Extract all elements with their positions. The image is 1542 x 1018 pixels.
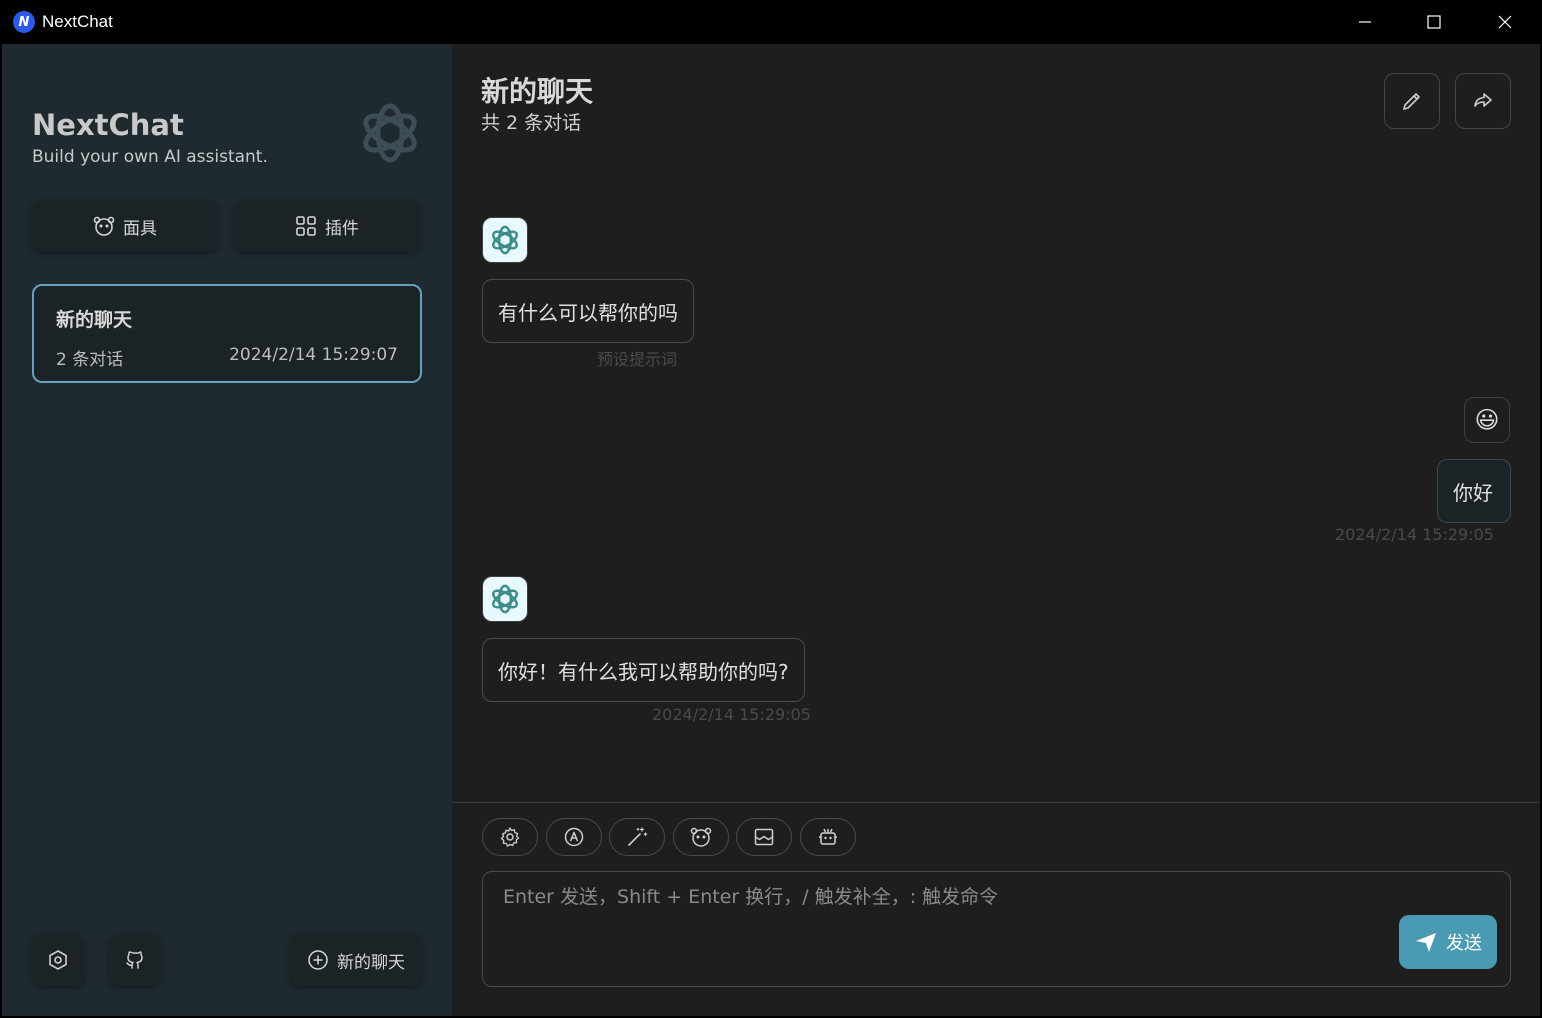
maximize-button[interactable] bbox=[1411, 0, 1457, 44]
openai-logo-icon bbox=[492, 225, 518, 255]
send-button[interactable]: 发送 bbox=[1399, 915, 1497, 969]
magic-wand-icon bbox=[628, 827, 648, 846]
chat-session-item[interactable]: 新的聊天 2 条对话 2024/2/14 15:29:07 bbox=[32, 284, 422, 383]
openai-logo-icon bbox=[363, 103, 417, 163]
grid-icon bbox=[296, 216, 316, 236]
bot-message: 你好！有什么我可以帮助你的吗? bbox=[482, 638, 805, 702]
minimize-button[interactable] bbox=[1342, 0, 1388, 44]
brand-subtitle: Build your own AI assistant. bbox=[32, 147, 268, 167]
share-button[interactable] bbox=[1455, 73, 1511, 129]
app-logo-icon: N bbox=[13, 11, 35, 33]
settings-icon bbox=[49, 950, 67, 970]
clear-context-button[interactable] bbox=[736, 818, 792, 856]
chat-input-box: 发送 bbox=[482, 871, 1511, 987]
plugin-button[interactable]: 插件 bbox=[234, 200, 420, 252]
plugin-button-label: 插件 bbox=[325, 218, 359, 239]
mask-icon bbox=[690, 827, 712, 847]
close-icon bbox=[1498, 15, 1512, 29]
openai-logo-icon bbox=[492, 584, 518, 614]
chat-panel: 新的聊天 共 2 条对话 有什么可以帮你的吗 预设提示词 😃 你好 2024/2… bbox=[452, 44, 1540, 1016]
bot-avatar bbox=[482, 576, 528, 622]
share-icon bbox=[1474, 93, 1492, 107]
github-button[interactable] bbox=[109, 934, 161, 986]
bot-avatar bbox=[482, 217, 528, 263]
auto-theme-icon bbox=[564, 827, 584, 847]
brand-title: NextChat bbox=[32, 108, 184, 142]
session-count: 2 条对话 bbox=[56, 350, 124, 370]
window-title: NextChat bbox=[42, 12, 113, 31]
send-icon bbox=[1416, 933, 1436, 952]
message-time: 2024/2/14 15:29:05 bbox=[652, 705, 811, 724]
minimize-icon bbox=[1359, 21, 1371, 23]
pencil-icon bbox=[1403, 93, 1420, 110]
settings-button[interactable] bbox=[32, 934, 84, 986]
sidebar: NextChat Build your own AI assistant. 面具… bbox=[2, 44, 452, 1016]
mask-button-label: 面具 bbox=[123, 218, 157, 239]
gear-icon bbox=[500, 827, 520, 847]
input-divider bbox=[452, 802, 1540, 803]
new-chat-button[interactable]: 新的聊天 bbox=[290, 934, 422, 986]
chat-input[interactable] bbox=[503, 886, 1383, 908]
chat-subtitle: 共 2 条对话 bbox=[481, 112, 582, 134]
theme-toggle-button[interactable] bbox=[546, 818, 602, 856]
user-message: 你好 bbox=[1437, 459, 1511, 523]
break-icon bbox=[754, 828, 774, 846]
bot-message: 有什么可以帮你的吗 bbox=[482, 279, 694, 343]
chat-title: 新的聊天 bbox=[481, 75, 594, 108]
send-button-label: 发送 bbox=[1446, 933, 1482, 954]
mask-tool-button[interactable] bbox=[673, 818, 729, 856]
model-button[interactable] bbox=[800, 818, 856, 856]
new-chat-label: 新的聊天 bbox=[337, 952, 405, 973]
add-circle-icon bbox=[308, 950, 328, 970]
github-icon bbox=[126, 951, 143, 969]
window-titlebar: N NextChat bbox=[0, 0, 1542, 44]
session-time: 2024/2/14 15:29:07 bbox=[229, 345, 398, 365]
mask-icon bbox=[93, 216, 115, 236]
session-title: 新的聊天 bbox=[56, 309, 133, 331]
edit-chat-button[interactable] bbox=[1384, 73, 1440, 129]
close-button[interactable] bbox=[1482, 0, 1528, 44]
maximize-icon bbox=[1427, 15, 1441, 29]
message-meta: 预设提示词 bbox=[597, 350, 678, 369]
chat-settings-button[interactable] bbox=[482, 818, 538, 856]
prompt-button[interactable] bbox=[609, 818, 665, 856]
robot-icon bbox=[819, 828, 837, 845]
mask-button[interactable]: 面具 bbox=[32, 200, 218, 252]
user-avatar: 😃 bbox=[1464, 397, 1510, 443]
message-time: 2024/2/14 15:29:05 bbox=[1335, 525, 1494, 544]
